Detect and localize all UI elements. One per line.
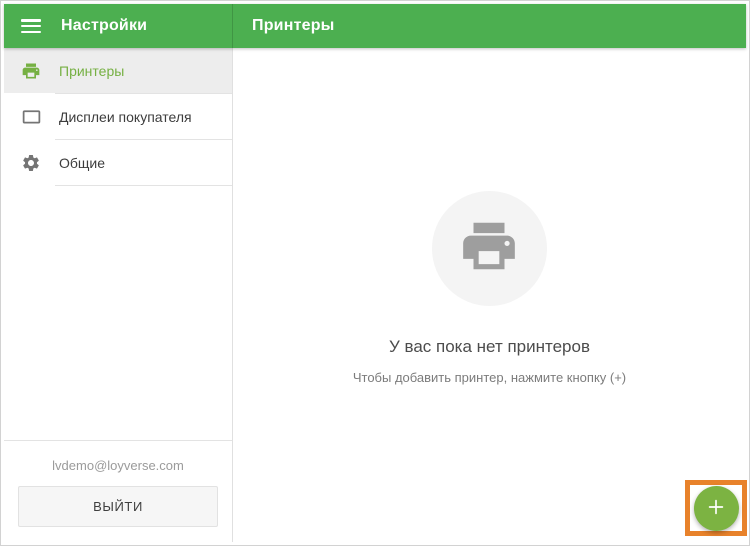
sidebar-item-general[interactable]: Общие [4,140,232,185]
account-email: lvdemo@loyverse.com [52,458,184,473]
app-header: Настройки Принтеры [4,4,746,48]
customer-display-icon [20,106,42,128]
plus-icon [705,496,727,521]
gear-icon [20,152,42,174]
empty-state: У вас пока нет принтеров Чтобы добавить … [353,191,626,385]
account-section: lvdemo@loyverse.com ВЫЙТИ [4,440,232,542]
screenshot-frame: Настройки Принтеры Принтеры Дисплеи поку… [0,0,750,546]
loyverse-settings-app: Настройки Принтеры Принтеры Дисплеи поку… [4,4,747,542]
app-body: Принтеры Дисплеи покупателя Общие lvdemo… [4,48,747,542]
empty-state-title: У вас пока нет принтеров [388,337,590,356]
empty-state-circle [431,191,547,306]
sidebar-item-printers[interactable]: Принтеры [4,48,232,93]
printer-icon [458,215,520,282]
add-printer-fab-button[interactable] [693,485,739,531]
printers-content-area: У вас пока нет принтеров Чтобы добавить … [233,48,747,542]
empty-state-hint: Чтобы добавить принтер, нажмите кнопку (… [352,370,627,385]
sidebar-item-label: Дисплеи покупателя [59,108,192,125]
sidebar-item-label: Общие [59,154,106,171]
header-sidebar-section: Настройки [4,4,233,48]
settings-title: Настройки [61,17,148,34]
logout-button[interactable]: ВЫЙТИ [18,486,218,527]
page-title: Принтеры [252,17,335,34]
divider [55,185,232,186]
sidebar-item-customer-displays[interactable]: Дисплеи покупателя [4,94,232,139]
menu-hamburger-icon[interactable] [21,19,41,33]
header-content-section: Принтеры [233,4,746,48]
sidebar-item-label: Принтеры [59,62,125,79]
settings-sidebar: Принтеры Дисплеи покупателя Общие lvdemo… [4,48,233,542]
printer-icon [20,60,42,82]
annotation-highlight-box [685,480,747,536]
